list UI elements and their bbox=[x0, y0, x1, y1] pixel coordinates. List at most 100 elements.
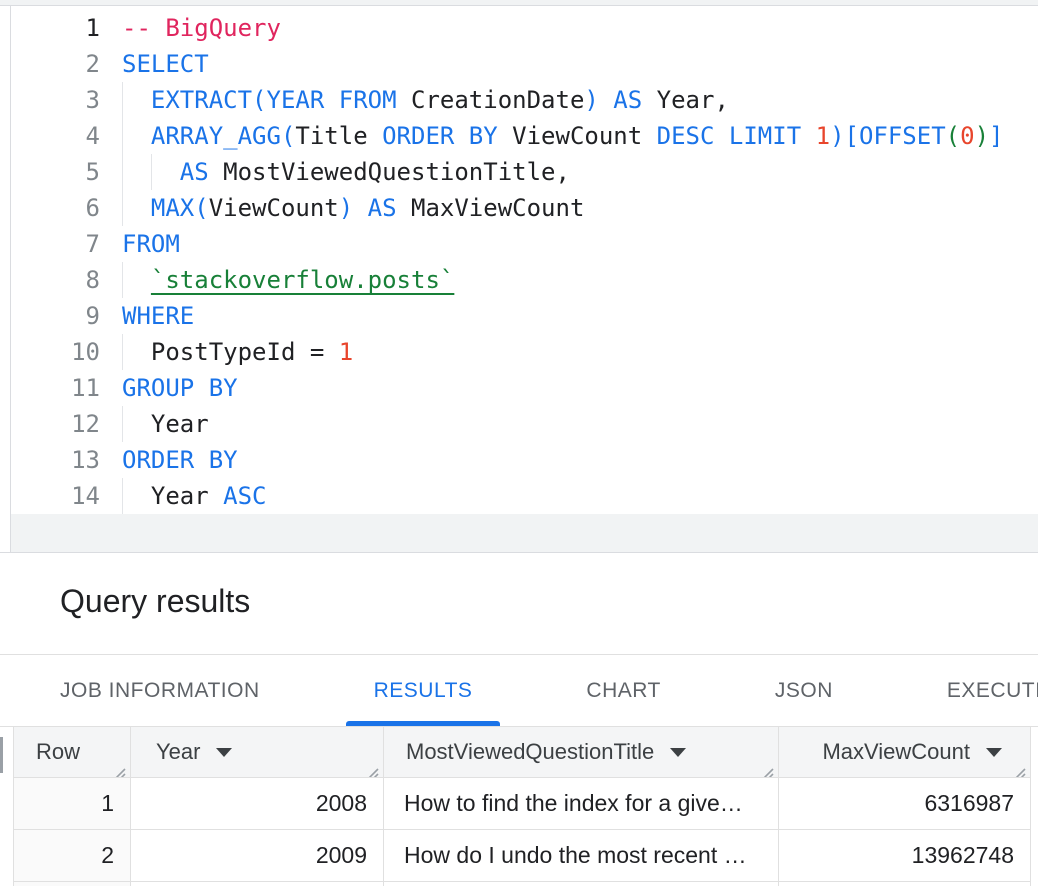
tab-results[interactable]: RESULTS bbox=[346, 655, 501, 726]
tab-json[interactable]: JSON bbox=[747, 655, 861, 726]
results-table-area: Row Year MostViewedQuestionTitleMaxViewCou… bbox=[0, 727, 1038, 886]
code-token: `stackoverflow.posts` bbox=[151, 266, 454, 294]
code-line-content[interactable]: PostTypeId = 1 bbox=[122, 334, 1038, 370]
code-line[interactable]: 6 MAX(ViewCount) AS MaxViewCount bbox=[10, 190, 1038, 226]
tab-job-information[interactable]: JOB INFORMATION bbox=[32, 655, 288, 726]
column-header-label: Row bbox=[36, 739, 80, 765]
cell bbox=[384, 882, 779, 886]
line-number: 10 bbox=[10, 334, 122, 370]
column-menu-arrow-icon[interactable] bbox=[216, 748, 232, 757]
code-token: SELECT bbox=[122, 50, 209, 78]
cell-value: 2 bbox=[101, 842, 114, 869]
table-row: 12008How to find the index for a give…63… bbox=[14, 778, 1031, 830]
table-header-row: Row Year MostViewedQuestionTitleMaxViewCou… bbox=[14, 727, 1031, 778]
code-token: FROM bbox=[122, 230, 180, 258]
code-token: ( bbox=[946, 122, 960, 150]
code-line[interactable]: 4 ARRAY_AGG(Title ORDER BY ViewCount DES… bbox=[10, 118, 1038, 154]
code-token: ] bbox=[989, 122, 1003, 150]
scrollbar-thumb[interactable] bbox=[0, 737, 3, 773]
code-line-content[interactable]: ORDER BY bbox=[122, 442, 1038, 478]
code-line[interactable]: 5 AS MostViewedQuestionTitle, bbox=[10, 154, 1038, 190]
code-line[interactable]: 12 Year bbox=[10, 406, 1038, 442]
cell: 2 bbox=[14, 830, 131, 882]
indent bbox=[122, 158, 180, 186]
code-line-content[interactable]: Year bbox=[122, 406, 1038, 442]
code-token: Year bbox=[151, 482, 223, 510]
code-token: Year, bbox=[657, 86, 729, 114]
code-token: )[OFFSET bbox=[830, 122, 946, 150]
line-number: 13 bbox=[10, 442, 122, 478]
indent bbox=[122, 194, 151, 222]
code-line-content[interactable]: -- BigQuery bbox=[122, 10, 1038, 46]
cell-value: 13962748 bbox=[912, 842, 1014, 869]
code-line[interactable]: 13ORDER BY bbox=[10, 442, 1038, 478]
indent bbox=[122, 86, 151, 114]
column-resize-handle[interactable] bbox=[366, 760, 380, 774]
cell-value: How do I undo the most recent … bbox=[404, 842, 747, 869]
tab-label: EXECUTION DETAILS bbox=[947, 679, 1038, 703]
code-line[interactable]: 11GROUP BY bbox=[10, 370, 1038, 406]
tab-chart[interactable]: CHART bbox=[558, 655, 688, 726]
column-header-maxviewcount[interactable]: MaxViewCount bbox=[779, 727, 1031, 778]
indent bbox=[122, 122, 151, 150]
code-line[interactable]: 7FROM bbox=[10, 226, 1038, 262]
sql-editor[interactable]: 1-- BigQuery2SELECT3 EXTRACT(YEAR FROM C… bbox=[0, 0, 1038, 553]
column-menu-arrow-icon[interactable] bbox=[670, 748, 686, 757]
code-line-content[interactable]: MAX(ViewCount) AS MaxViewCount bbox=[122, 190, 1038, 226]
tab-execution-details[interactable]: EXECUTION DETAILS bbox=[919, 655, 1038, 726]
code-line[interactable]: 3 EXTRACT(YEAR FROM CreationDate) AS Yea… bbox=[10, 82, 1038, 118]
column-menu-arrow-icon[interactable] bbox=[986, 748, 1002, 757]
query-results-title: Query results bbox=[0, 553, 1038, 620]
code-token: ) bbox=[975, 122, 989, 150]
code-line-content[interactable]: WHERE bbox=[122, 298, 1038, 334]
active-tab-indicator bbox=[346, 721, 501, 726]
code-line[interactable]: 9WHERE bbox=[10, 298, 1038, 334]
code-token: MAX( bbox=[151, 194, 209, 222]
cell: 6316987 bbox=[779, 778, 1031, 830]
column-resize-handle[interactable] bbox=[1013, 760, 1027, 774]
cell-value: How to find the index for a give… bbox=[404, 790, 743, 817]
code-line-content[interactable]: `stackoverflow.posts` bbox=[122, 262, 1038, 298]
cell bbox=[14, 882, 131, 886]
cell bbox=[779, 882, 1031, 886]
code-token: 1 bbox=[816, 122, 830, 150]
line-number: 1 bbox=[10, 10, 122, 46]
line-number: 12 bbox=[10, 406, 122, 442]
line-number: 3 bbox=[10, 82, 122, 118]
code-token: ORDER BY bbox=[122, 446, 238, 474]
code-token: MaxViewCount bbox=[411, 194, 584, 222]
column-header-year[interactable]: Year bbox=[131, 727, 384, 778]
column-resize-handle[interactable] bbox=[761, 760, 775, 774]
cell: 13962748 bbox=[779, 830, 1031, 882]
code-token: 0 bbox=[960, 122, 974, 150]
line-number: 4 bbox=[10, 118, 122, 154]
code-line-content[interactable]: Year ASC bbox=[122, 478, 1038, 514]
code-token: ) AS bbox=[339, 194, 411, 222]
code-line[interactable]: 2SELECT bbox=[10, 46, 1038, 82]
tab-label: JOB INFORMATION bbox=[60, 679, 260, 703]
column-header-label: Year bbox=[156, 739, 200, 765]
code-line-content[interactable]: FROM bbox=[122, 226, 1038, 262]
code-line-content[interactable]: ARRAY_AGG(Title ORDER BY ViewCount DESC … bbox=[122, 118, 1038, 154]
code-line-content[interactable]: AS MostViewedQuestionTitle, bbox=[122, 154, 1038, 190]
code-line-content[interactable]: SELECT bbox=[122, 46, 1038, 82]
code-token: DESC LIMIT bbox=[657, 122, 816, 150]
cell: How to find the index for a give… bbox=[384, 778, 779, 830]
column-resize-handle[interactable] bbox=[113, 760, 127, 774]
table-row: 22009How do I undo the most recent …1396… bbox=[14, 830, 1031, 882]
editor-footer-strip bbox=[11, 514, 1038, 552]
code-line[interactable]: 14 Year ASC bbox=[10, 478, 1038, 514]
tab-label: RESULTS bbox=[374, 679, 473, 703]
results-tab-bar: JOB INFORMATION RESULTS CHART JSON EXECUTION… bbox=[0, 655, 1038, 727]
code-line[interactable]: 1-- BigQuery bbox=[10, 10, 1038, 46]
code-line[interactable]: 8 `stackoverflow.posts` bbox=[10, 262, 1038, 298]
indent bbox=[122, 266, 151, 294]
line-number: 9 bbox=[10, 298, 122, 334]
code-line-content[interactable]: EXTRACT(YEAR FROM CreationDate) AS Year, bbox=[122, 82, 1038, 118]
tab-label: JSON bbox=[775, 679, 833, 703]
results-table: Row Year MostViewedQuestionTitleMaxViewCou… bbox=[13, 727, 1031, 886]
code-line-content[interactable]: GROUP BY bbox=[122, 370, 1038, 406]
code-area[interactable]: 1-- BigQuery2SELECT3 EXTRACT(YEAR FROM C… bbox=[10, 10, 1038, 514]
code-line[interactable]: 10 PostTypeId = 1 bbox=[10, 334, 1038, 370]
column-header-mostviewedquestiontitle[interactable]: MostViewedQuestionTitle bbox=[384, 727, 779, 778]
